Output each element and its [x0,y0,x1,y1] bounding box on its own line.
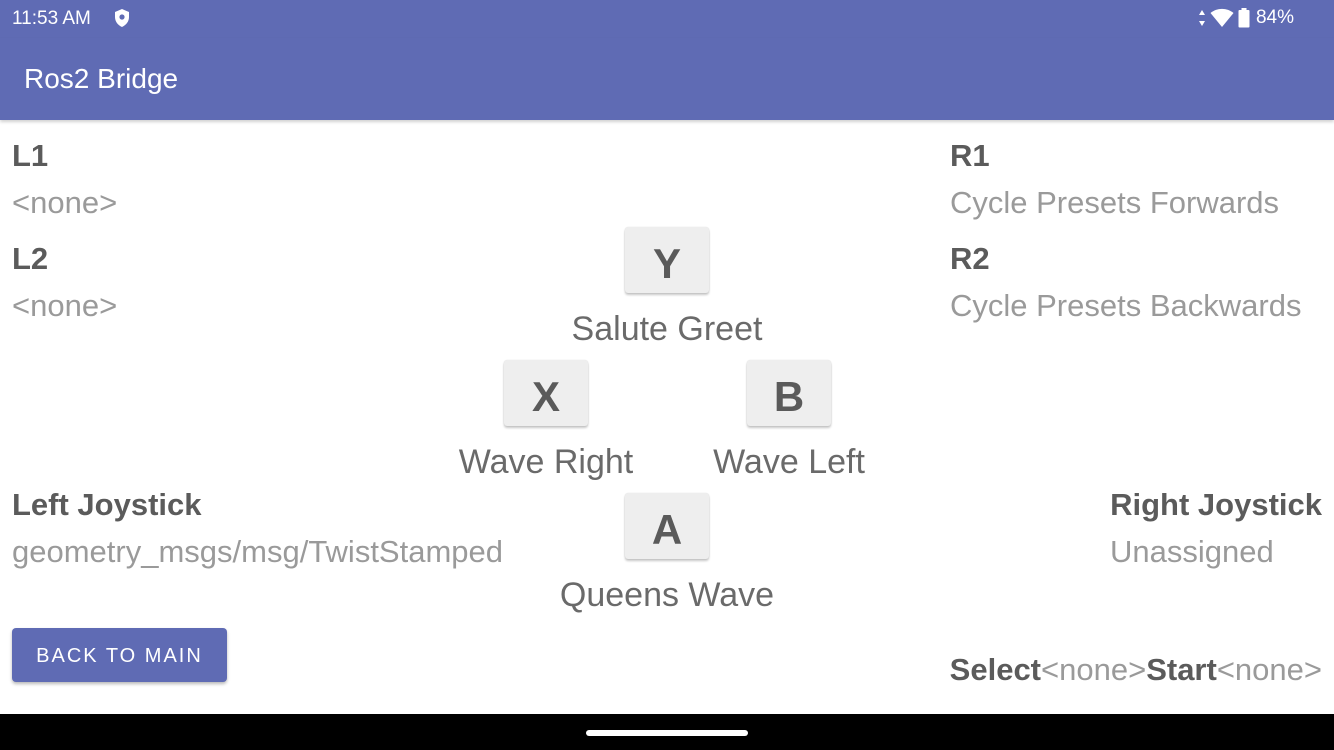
battery-percent: 84% [1255,7,1294,28]
shield-icon [115,9,129,27]
signal-arrows-icon [1198,10,1205,26]
start-value: <none> [1216,652,1322,687]
right-joystick-value: Unassigned [1110,534,1274,569]
b-button[interactable]: B [747,360,831,426]
l1-label: L1 [12,138,49,173]
select-start-row: Select<none>Start<none> [950,652,1322,688]
app-bar: Ros2 Bridge [0,38,1334,120]
left-joystick-value: geometry_msgs/msg/TwistStamped [12,534,504,569]
app-title: Ros2 Bridge [24,63,179,94]
left-joystick-label: Left Joystick [12,487,202,522]
navigation-bar [0,714,1334,750]
a-button[interactable]: A [625,493,709,559]
status-time: 11:53 AM [12,8,91,29]
l2-value: <none> [12,288,118,323]
battery-icon [1238,8,1250,28]
controller-mapping-screen: 11:53 AM 84% Ros2 Bridge L1 <none> L2 <n… [0,0,1334,750]
r1-label: R1 [950,138,990,173]
wifi-icon [1210,8,1234,27]
y-action-label: Salute Greet [571,310,763,348]
r2-label: R2 [950,241,990,276]
l1-value: <none> [12,185,118,220]
a-action-label: Queens Wave [559,576,775,614]
select-value: <none> [1041,652,1147,687]
start-label: Start [1146,652,1217,687]
y-button[interactable]: Y [625,227,709,293]
right-joystick-label: Right Joystick [1110,487,1322,522]
r1-value: Cycle Presets Forwards [950,185,1280,220]
l2-label: L2 [12,241,49,276]
x-button[interactable]: X [504,360,588,426]
r2-value: Cycle Presets Backwards [950,288,1302,323]
select-label: Select [949,652,1042,687]
home-gesture-handle[interactable] [586,730,748,736]
back-to-main-button[interactable]: BACK TO MAIN [12,628,227,682]
status-icons: 84% [1198,6,1294,30]
b-action-label: Wave Left [713,443,865,481]
status-bar: 11:53 AM 84% [0,0,1334,38]
